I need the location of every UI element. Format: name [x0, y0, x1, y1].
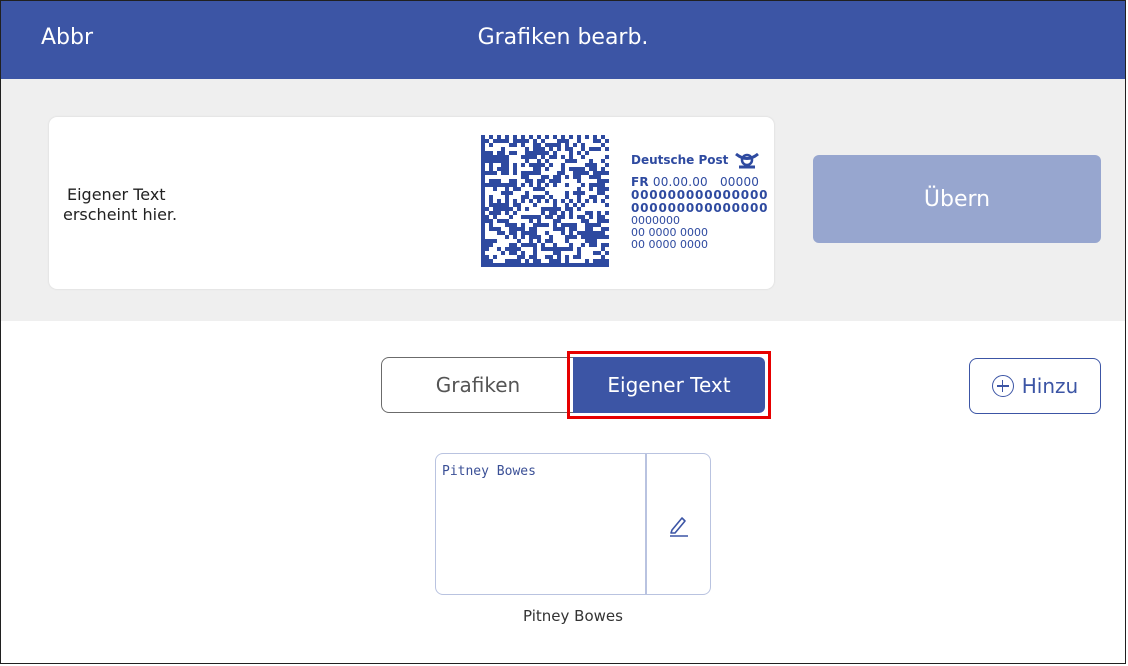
card-divider — [645, 454, 647, 594]
edit-button[interactable] — [648, 454, 710, 593]
stamp-brand-label: Deutsche Post — [631, 153, 729, 167]
stamp-fr-line: FR 00.00.00 00000 — [631, 175, 768, 189]
postage-preview-card: Eigener Text erscheint hier. Deutsche Po… — [49, 117, 774, 289]
custom-text-placeholder: Eigener Text erscheint hier. — [63, 185, 177, 225]
view-toggle: Grafiken Eigener Text — [381, 351, 771, 419]
tab-custom-text[interactable]: Eigener Text — [573, 357, 765, 413]
tab-graphics[interactable]: Grafiken — [381, 357, 575, 413]
header-bar: Abbr Grafiken bearb. — [1, 1, 1125, 79]
plus-circle-icon — [991, 375, 1014, 397]
custom-text-item-content: Pitney Bowes — [442, 464, 536, 479]
page-title: Grafiken bearb. — [477, 25, 649, 50]
custom-text-item-caption: Pitney Bowes — [523, 607, 623, 625]
accept-button[interactable]: Übern — [813, 155, 1101, 243]
franking-stamp: Deutsche Post FR 00.00.00 00000 00000000… — [631, 151, 768, 251]
preview-area: Eigener Text erscheint hier. Deutsche Po… — [1, 79, 1125, 321]
post-horn-icon — [735, 152, 760, 169]
custom-text-line-1: Eigener Text — [67, 185, 166, 204]
datamatrix-barcode — [481, 135, 609, 267]
stamp-brand: Deutsche Post — [631, 151, 768, 169]
stamp-fr-prefix: FR — [631, 175, 649, 189]
pencil-icon — [670, 517, 688, 537]
stamp-fr-values: 00.00.00 00000 — [652, 175, 760, 189]
stamp-small-line-3: 00 0000 0000 — [631, 238, 708, 251]
add-button-label: Hinzu — [1021, 374, 1079, 398]
custom-text-line-2: erscheint hier. — [63, 205, 178, 224]
custom-text-item-card[interactable]: Pitney Bowes — [435, 453, 711, 595]
app-frame: Abbr Grafiken bearb. Eigener Text ersche… — [0, 0, 1126, 664]
add-button[interactable]: Hinzu — [969, 358, 1101, 414]
